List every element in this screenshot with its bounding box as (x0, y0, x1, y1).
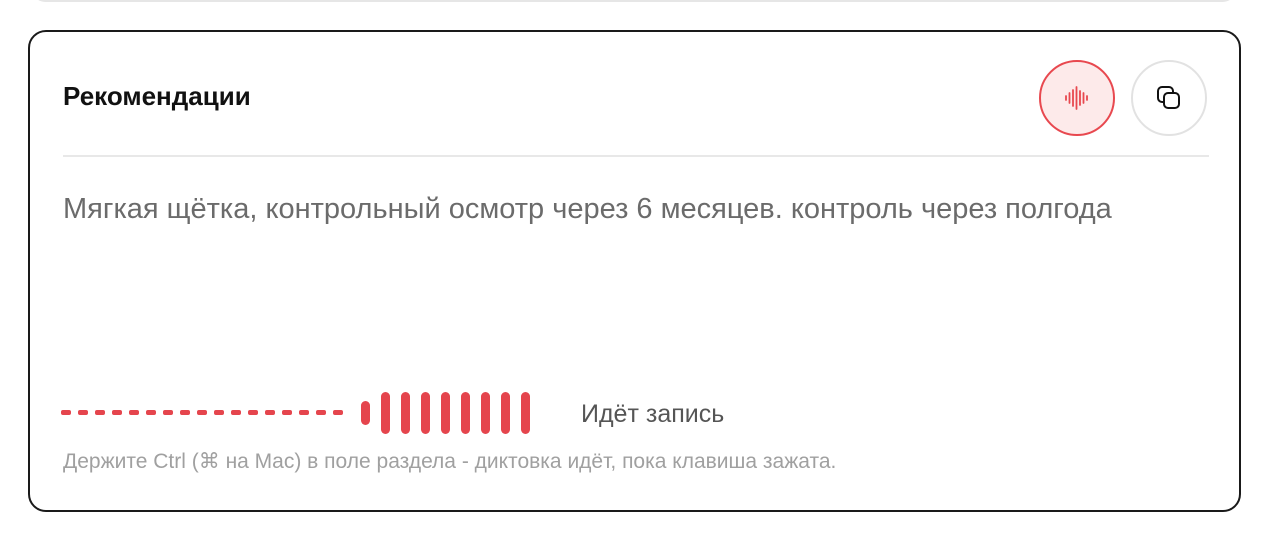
timeline-dash (299, 410, 309, 415)
copy-icon (1157, 86, 1180, 109)
timeline-dash (316, 410, 326, 415)
timeline-dash (146, 410, 156, 415)
timeline-dash (129, 410, 139, 415)
level-bar (441, 392, 450, 434)
level-bar (381, 392, 390, 434)
recording-timeline (61, 410, 343, 416)
level-bar (461, 392, 470, 434)
timeline-dash (333, 410, 343, 415)
section-title: Рекомендации (63, 81, 251, 111)
level-bar (481, 392, 490, 434)
timeline-dash (197, 410, 207, 415)
level-bar (521, 392, 530, 434)
timeline-dash (265, 410, 275, 415)
timeline-dash (112, 410, 122, 415)
timeline-dash (282, 410, 292, 415)
dictation-hint: Держите Ctrl (⌘ на Mac) в поле раздела -… (63, 450, 837, 473)
timeline-dash (61, 410, 71, 415)
timeline-dash (214, 410, 224, 415)
level-bar (421, 392, 430, 434)
level-bar (361, 401, 370, 425)
audio-level-meter (361, 388, 530, 438)
timeline-dash (248, 410, 258, 415)
dictation-button[interactable] (1039, 60, 1115, 136)
timeline-dash (163, 410, 173, 415)
timeline-dash (180, 410, 190, 415)
recommendations-text[interactable]: Мягкая щётка, контрольный осмотр через 6… (63, 186, 1203, 233)
waveform-icon (1065, 86, 1088, 110)
timeline-dash (95, 410, 105, 415)
recording-indicator: Идёт запись (61, 388, 861, 438)
recording-status-label: Идёт запись (581, 400, 725, 428)
copy-button[interactable] (1131, 60, 1207, 136)
timeline-dash (78, 410, 88, 415)
header-divider (63, 155, 1209, 157)
recommendations-card: Рекомендации Мягкая щётка, контрольный о… (28, 30, 1241, 512)
level-bar (501, 392, 510, 434)
previous-section-card (30, 0, 1238, 2)
level-bar (401, 392, 410, 434)
timeline-dash (231, 410, 241, 415)
